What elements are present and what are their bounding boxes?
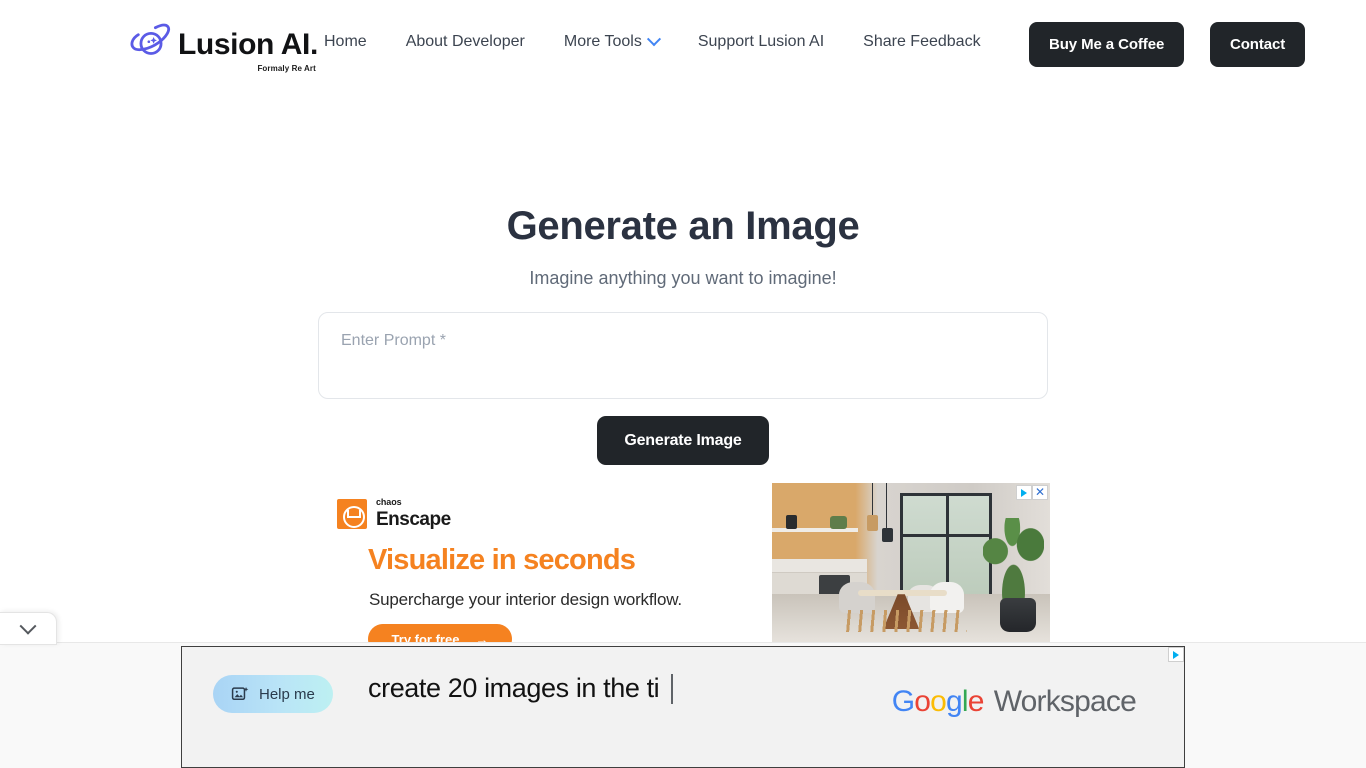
nav-label-more-tools: More Tools — [563, 33, 642, 50]
google-ad-adchoices[interactable] — [1168, 647, 1184, 662]
planet-sparkle-icon — [130, 23, 171, 55]
adchoices-triangle-icon[interactable] — [1016, 485, 1032, 500]
page-root: Lusion AI. Formaly Re Art Home About Dev… — [0, 0, 1366, 768]
prompt-input[interactable] — [318, 312, 1048, 399]
typed-prompt-value: create 20 images in the ti — [368, 673, 660, 703]
enscape-headline: Visualize in seconds — [368, 544, 636, 576]
ad-collapse-tab[interactable] — [0, 612, 57, 645]
nav-item-home[interactable]: Home — [324, 33, 367, 51]
image-sparkle-icon — [231, 685, 250, 704]
google-letter-g2: g — [946, 685, 963, 718]
workspace-wordmark: Workspace — [993, 685, 1137, 718]
site-header: Lusion AI. Formaly Re Art Home About Dev… — [0, 0, 1366, 88]
typed-prompt-text: create 20 images in the ti — [368, 673, 674, 704]
enscape-ad-image — [772, 483, 1050, 642]
nav-item-about-developer[interactable]: About Developer — [406, 33, 525, 51]
chevron-down-icon — [19, 617, 36, 635]
google-letter-o2: o — [930, 685, 947, 718]
logo[interactable]: Lusion AI. Formaly Re Art — [130, 22, 318, 73]
nav-label-support: Support Lusion AI — [697, 33, 825, 50]
google-workspace-ad[interactable]: Help me create 20 images in the ti Googl… — [181, 646, 1185, 768]
generate-image-button[interactable]: Generate Image — [597, 416, 769, 465]
help-me-label: Help me — [259, 685, 315, 703]
enscape-ad-content: chaos Enscape Visualize in seconds Super… — [330, 483, 772, 642]
page-title: Generate an Image — [506, 204, 860, 248]
text-caret — [671, 673, 674, 704]
nav-label-home: Home — [324, 33, 367, 50]
enscape-cta-label: Try for free — [391, 631, 460, 643]
adchoices-triangle-icon[interactable] — [1168, 647, 1184, 662]
google-letter-o1: o — [914, 685, 931, 718]
arrow-right-icon: → — [475, 631, 489, 643]
buy-me-a-coffee-button[interactable]: Buy Me a Coffee — [1029, 22, 1185, 67]
google-workspace-logo: Google Workspace — [891, 685, 1137, 719]
nav-label-about-developer: About Developer — [405, 33, 525, 50]
nav-item-more-tools[interactable]: More Tools — [563, 32, 661, 51]
nav-label-share-feedback: Share Feedback — [863, 33, 981, 50]
enscape-logo: chaos Enscape — [337, 498, 451, 529]
nav-item-support-lusion-ai[interactable]: Support Lusion AI — [698, 33, 824, 51]
enscape-mark-icon — [337, 498, 367, 529]
google-letter-g1: G — [891, 685, 915, 718]
close-icon[interactable]: ✕ — [1032, 485, 1048, 500]
enscape-adchoices[interactable]: ✕ — [1016, 485, 1048, 500]
logo-title: Lusion AI. — [178, 28, 318, 61]
enscape-try-for-free-button[interactable]: Try for free → — [368, 624, 512, 642]
logo-text: Lusion AI. Formaly Re Art — [178, 28, 318, 73]
contact-button[interactable]: Contact — [1210, 22, 1306, 67]
enscape-brand: Enscape — [376, 509, 451, 530]
nav-item-share-feedback[interactable]: Share Feedback — [863, 33, 980, 51]
help-me-pill[interactable]: Help me — [213, 675, 333, 713]
enscape-ad-banner[interactable]: chaos Enscape Visualize in seconds Super… — [330, 483, 1050, 642]
logo-tagline: Formaly Re Art — [257, 64, 316, 73]
enscape-subheadline: Supercharge your interior design workflo… — [369, 590, 682, 609]
page-subtitle: Imagine anything you want to imagine! — [529, 268, 837, 288]
chevron-down-icon — [646, 32, 661, 47]
google-letter-e: e — [967, 685, 985, 718]
enscape-brand-small: chaos — [376, 497, 402, 507]
main-nav: Home About Developer More Tools Support … — [324, 32, 981, 51]
